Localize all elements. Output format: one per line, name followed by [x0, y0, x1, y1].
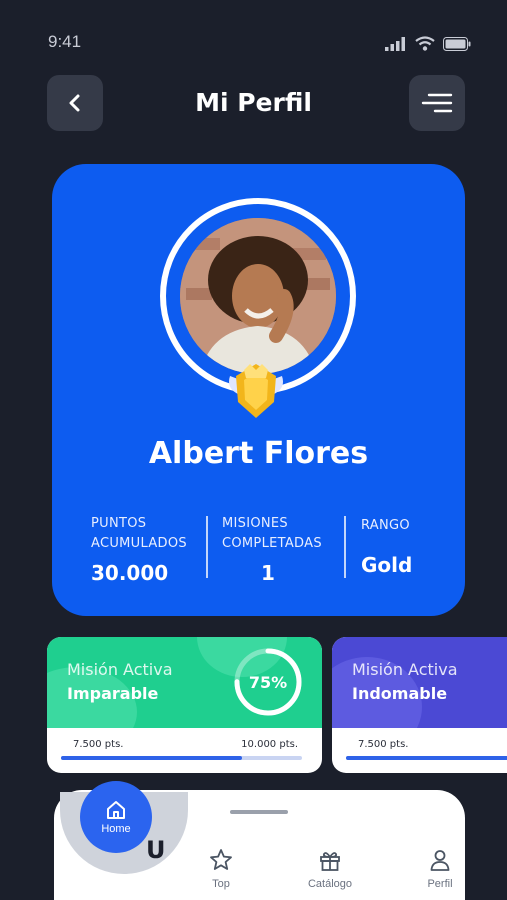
- tab-perfil[interactable]: Perfil: [400, 848, 480, 890]
- battery-icon: [443, 37, 471, 51]
- mission-header: Misión Activa Imparable 75%: [47, 637, 322, 728]
- mission-title: Imparable: [67, 684, 159, 703]
- menu-lines-icon: [421, 93, 453, 113]
- drag-handle[interactable]: [230, 810, 288, 814]
- stat-points-label-1: PUNTOS: [91, 516, 147, 531]
- home-label: Home: [101, 823, 131, 835]
- points-current: 7.500 pts.: [73, 739, 124, 750]
- status-icons: [385, 36, 471, 51]
- stat-points-label-2: ACUMULADOS: [91, 536, 187, 551]
- partially-hidden-text: U: [146, 836, 166, 864]
- mission-card-imparable[interactable]: Misión Activa Imparable 75% 7.500 pts. 1…: [47, 637, 322, 773]
- star-icon: [210, 849, 232, 870]
- progress-percent: 75%: [249, 673, 287, 692]
- progress-fill: [61, 756, 242, 760]
- profile-name: Albert Flores: [148, 436, 369, 471]
- tab-top[interactable]: Top: [181, 848, 261, 890]
- mission-card-indomable[interactable]: Misión Activa Indomable 7.500 pts.: [332, 637, 507, 773]
- stat-points: PUNTOS ACUMULADOS 30.000: [91, 514, 187, 585]
- wifi-icon: [415, 36, 435, 51]
- tab-label: Perfil: [427, 878, 453, 890]
- tab-label: Top: [212, 878, 230, 890]
- stat-rank-value: Gold: [361, 553, 413, 577]
- stat-rank-label: RANGO: [361, 518, 410, 533]
- stat-rank: RANGO Gold: [361, 516, 412, 577]
- menu-button[interactable]: [409, 75, 465, 131]
- stat-divider: [344, 516, 346, 578]
- mission-header: Misión Activa Indomable: [332, 637, 507, 728]
- mission-title: Indomable: [352, 684, 448, 703]
- avatar[interactable]: [180, 218, 336, 374]
- avatar-photo: [180, 218, 336, 374]
- progress-bar: [346, 756, 507, 760]
- mission-subtitle: Misión Activa: [67, 660, 173, 679]
- stat-missions: MISIONES COMPLETADAS 1: [222, 514, 322, 585]
- home-button[interactable]: Home: [80, 781, 152, 853]
- mission-subtitle: Misión Activa: [352, 660, 458, 679]
- stat-divider: [206, 516, 208, 578]
- gift-icon: [320, 852, 340, 871]
- user-icon: [430, 850, 450, 871]
- tab-label: Catálogo: [307, 878, 353, 890]
- tab-catalogo[interactable]: Catálogo: [290, 848, 370, 890]
- stat-missions-label-2: COMPLETADAS: [222, 536, 322, 551]
- signal-icon: [385, 37, 405, 51]
- profile-card: Albert Flores PUNTOS ACUMULADOS 30.000 M…: [52, 164, 465, 616]
- stat-missions-label-1: MISIONES: [222, 516, 288, 531]
- points-target: 10.000 pts.: [241, 739, 298, 750]
- stat-missions-value: 1: [261, 561, 275, 585]
- progress-fill: [346, 756, 507, 760]
- home-icon: [107, 801, 125, 819]
- status-time: 9:41: [48, 32, 82, 51]
- gold-rank-badge-icon: [229, 364, 283, 418]
- progress-bar: [61, 756, 302, 760]
- stat-points-value: 30.000: [91, 561, 169, 585]
- points-current: 7.500 pts.: [358, 739, 409, 750]
- progress-ring: 75%: [234, 648, 302, 716]
